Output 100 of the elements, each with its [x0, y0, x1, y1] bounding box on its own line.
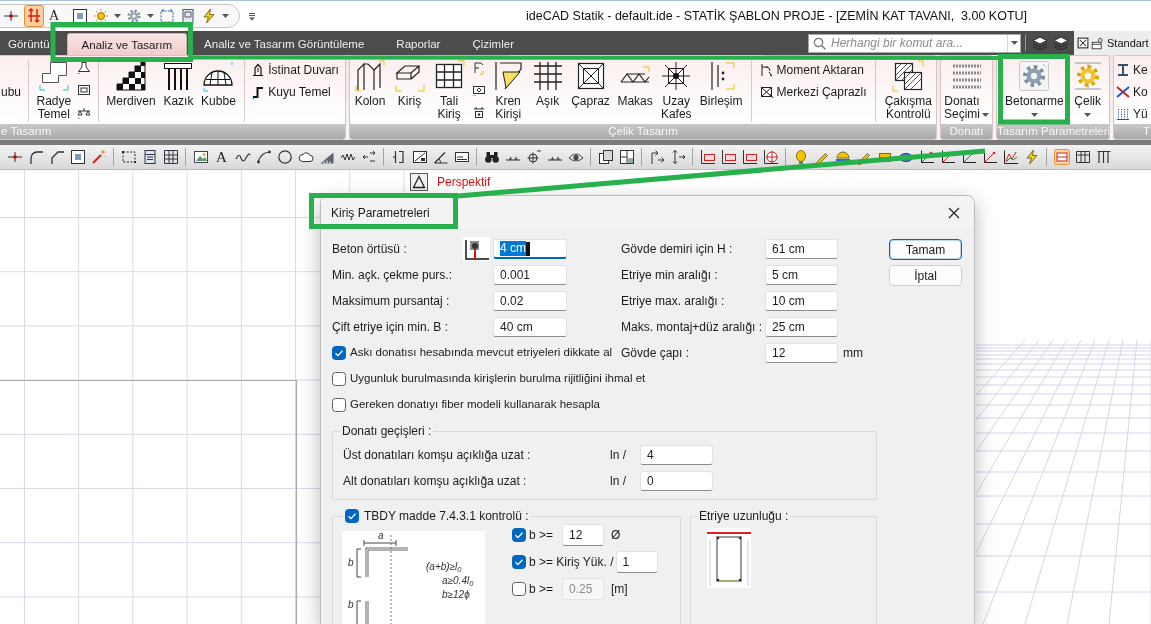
- axis-box-icon[interactable]: [699, 149, 716, 165]
- crossed-box-icon[interactable]: [1077, 37, 1089, 49]
- window-icon[interactable]: [618, 149, 635, 165]
- input-field[interactable]: 5 cm: [765, 265, 838, 285]
- caret-icon[interactable]: [222, 14, 230, 18]
- plate-icon[interactable]: [471, 83, 486, 97]
- caret-icon[interactable]: [147, 14, 155, 18]
- input-field[interactable]: 1: [615, 551, 658, 573]
- text-tool-glyph[interactable]: A: [213, 149, 230, 165]
- ribbon-button[interactable]: Birleşim: [698, 60, 744, 108]
- ribbon-button[interactable]: Kazık: [161, 60, 196, 108]
- input-field[interactable]: 0.001: [493, 265, 567, 285]
- ribbon-tab[interactable]: Raporlar: [381, 33, 456, 55]
- ribbon-tab[interactable]: Analiz ve Tasarım: [66, 33, 188, 55]
- lightning-icon[interactable]: [1023, 149, 1040, 165]
- dropdown-button[interactable]: [1007, 34, 1020, 52]
- window-lock-icon[interactable]: [1091, 36, 1104, 50]
- axis-box-icon[interactable]: [741, 149, 758, 165]
- angle-icon[interactable]: [432, 149, 449, 165]
- dotted-frame-icon[interactable]: [159, 8, 176, 24]
- ribbon-button[interactable]: Kuyu Temel: [251, 82, 340, 102]
- ribbon-button[interactable]: Radye Temel: [35, 60, 73, 121]
- ribbon-button[interactable]: Yü: [1116, 104, 1149, 124]
- dialog-button[interactable]: Tamam: [889, 239, 962, 260]
- input-field[interactable]: 61 cm: [765, 239, 838, 259]
- customize-icon[interactable]: [248, 11, 256, 21]
- ribbon-tab[interactable]: Analiz ve Tasarım Görüntüleme: [189, 33, 380, 55]
- dotted-rectangle-icon[interactable]: [120, 149, 137, 165]
- chamfer-icon[interactable]: [48, 149, 65, 165]
- input-field[interactable]: 4: [640, 445, 713, 465]
- ribbon-button[interactable]: Kolon: [353, 60, 387, 108]
- ribbon-button[interactable]: Çelik: [1070, 60, 1105, 117]
- checkbox[interactable]: [332, 372, 346, 386]
- axes-icon[interactable]: [939, 149, 956, 165]
- input-field[interactable]: 10 cm: [765, 291, 838, 311]
- caret-icon[interactable]: [114, 14, 122, 18]
- table-icon[interactable]: [1074, 149, 1091, 165]
- input-field[interactable]: 0.02: [493, 291, 567, 311]
- ribbon-tab[interactable]: Görüntü: [0, 33, 65, 55]
- panel-icon[interactable]: [141, 149, 158, 165]
- axes-icon[interactable]: [981, 149, 998, 165]
- ribbon-button[interactable]: Kubbe: [200, 60, 237, 108]
- input-field[interactable]: 0: [640, 471, 713, 491]
- grid-icon[interactable]: [162, 149, 179, 165]
- ribbon-button[interactable]: Merkezi Çaprazlı: [759, 82, 868, 102]
- search-field[interactable]: Herhangi bir komut ara...: [808, 33, 1021, 53]
- framed-square-icon[interactable]: [1053, 149, 1070, 165]
- axis-box-icon[interactable]: [720, 149, 737, 165]
- lightning-icon[interactable]: [201, 8, 218, 24]
- ribbon-button[interactable]: Kiriş: [392, 60, 427, 108]
- input-field[interactable]: 40 cm: [493, 317, 567, 337]
- ribbon-button[interactable]: Moment Aktaran: [759, 60, 868, 80]
- move-arrows-icon[interactable]: [648, 149, 665, 165]
- nested-square-icon[interactable]: [69, 149, 86, 165]
- ribbon-button[interactable]: Tali Kiriş: [432, 60, 467, 121]
- ribbon-button[interactable]: Betonarme: [1004, 60, 1065, 117]
- bracket-plate-icon[interactable]: [471, 105, 486, 119]
- curve-icon[interactable]: [255, 149, 272, 165]
- checkbox[interactable]: [345, 509, 359, 523]
- checkbox[interactable]: [332, 398, 346, 412]
- axes-icon[interactable]: [918, 149, 935, 165]
- ribbon-button[interactable]: Aşık: [530, 60, 565, 108]
- ribbon-button[interactable]: İstinat Duvarı: [251, 60, 340, 80]
- ribbon-button[interactable]: Donatı Seçimi: [943, 60, 990, 121]
- sheet-icon[interactable]: [180, 8, 197, 24]
- checkbox[interactable]: [512, 528, 526, 542]
- ribbon-button[interactable]: Kren Kirişi: [491, 60, 526, 121]
- circle-icon[interactable]: [276, 149, 293, 165]
- ribbon-tab[interactable]: Çizimler: [457, 33, 529, 55]
- point-line-icon[interactable]: [6, 149, 23, 165]
- balance-icon[interactable]: [76, 105, 91, 119]
- input-field[interactable]: 4 cm: [493, 239, 567, 259]
- corner-arc-icon[interactable]: [27, 149, 44, 165]
- nested-square-icon[interactable]: [72, 8, 89, 24]
- columns-icon[interactable]: [1095, 149, 1112, 165]
- input-field[interactable]: 12: [765, 343, 838, 363]
- height-arrows-icon[interactable]: [24, 5, 44, 27]
- ribbon-button[interactable]: ubu: [1, 85, 22, 99]
- crosshair-icon[interactable]: [525, 149, 542, 165]
- area-box-icon[interactable]: [453, 149, 470, 165]
- input-field[interactable]: 12: [562, 524, 604, 546]
- stacked-squares-icon[interactable]: [597, 149, 614, 165]
- triangle-icon[interactable]: [410, 173, 428, 191]
- ribbon-button[interactable]: Çakışma Kontrolü: [883, 60, 933, 121]
- ribbon-button[interactable]: Çapraz: [570, 60, 611, 108]
- ribbon-button[interactable]: Uzay Kafes: [659, 60, 694, 121]
- input-field[interactable]: 25 cm: [765, 317, 838, 337]
- bracket-icon[interactable]: [390, 149, 407, 165]
- framed-rectangle-icon[interactable]: [76, 83, 91, 97]
- target-icon[interactable]: [762, 149, 779, 165]
- ribbon-button[interactable]: Makas: [616, 60, 654, 108]
- arrows-icon[interactable]: [360, 149, 377, 165]
- area-icon[interactable]: [411, 149, 428, 165]
- layers-icon[interactable]: [1032, 35, 1048, 51]
- ribbon-button[interactable]: Ke: [1116, 60, 1149, 80]
- picture-icon[interactable]: [192, 149, 209, 165]
- line-chart-icon[interactable]: [1002, 149, 1019, 165]
- ribbon-button[interactable]: Merdiven: [105, 60, 157, 108]
- font-glyph[interactable]: A: [49, 8, 60, 24]
- cloud-icon[interactable]: [297, 149, 314, 165]
